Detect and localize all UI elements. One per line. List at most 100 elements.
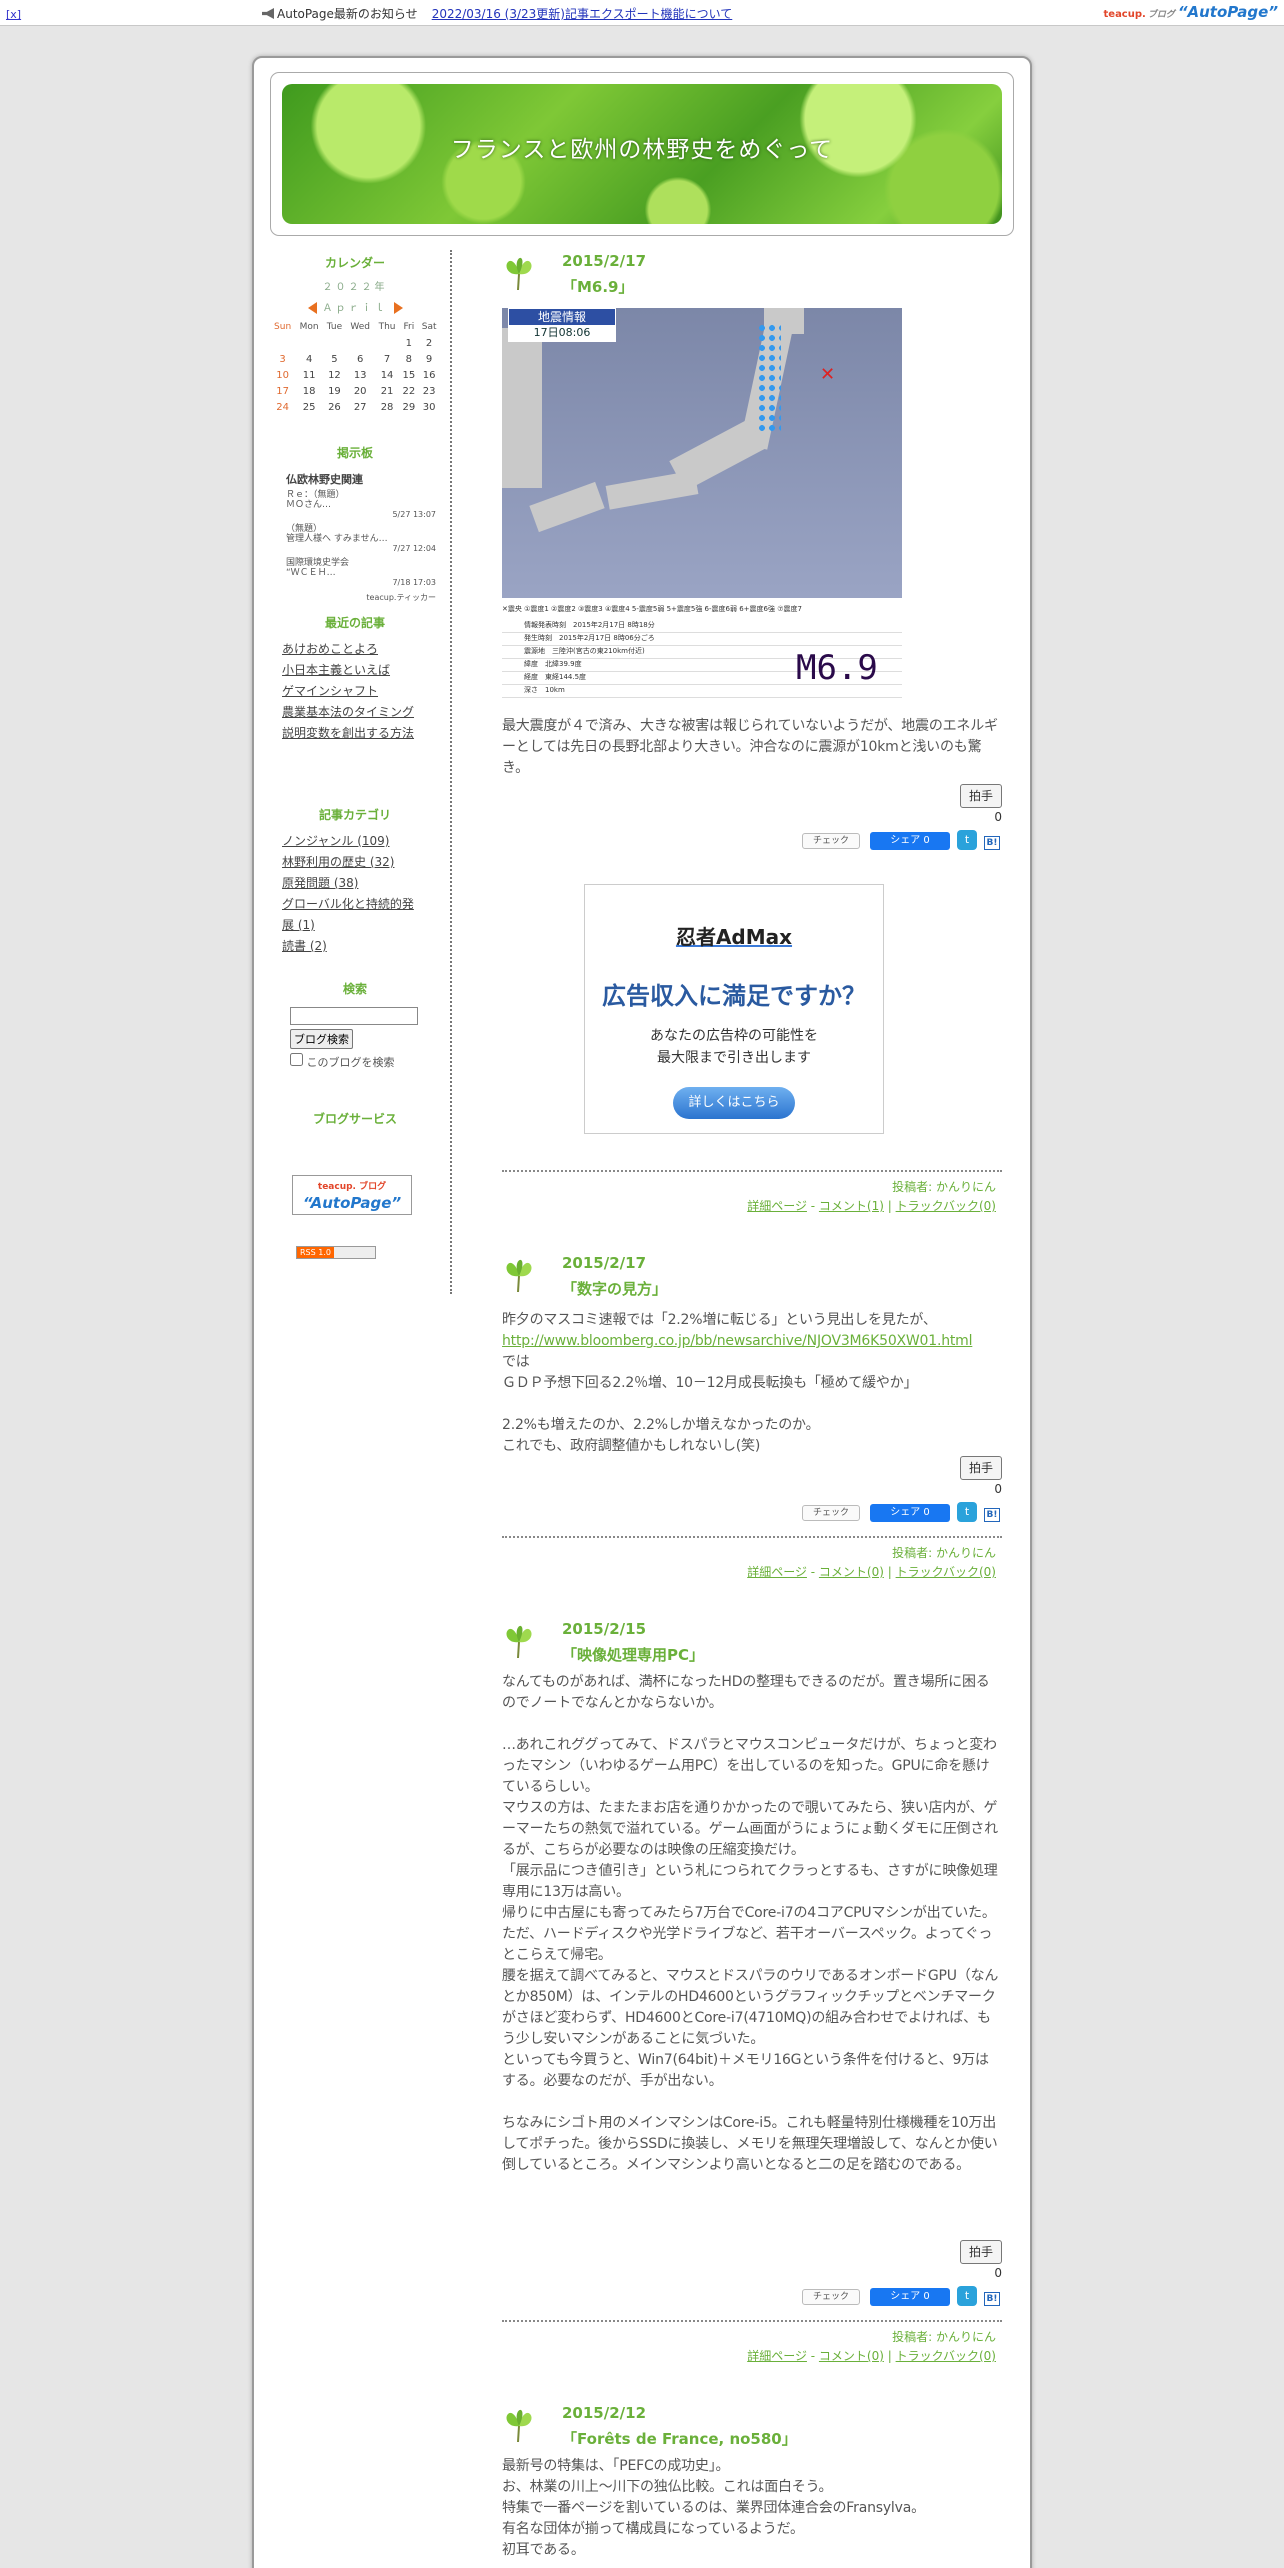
bbs-item[interactable]: （無題） 管理人様へ すみません… 7/27 12:04	[286, 524, 440, 558]
calendar-day[interactable]: 17	[270, 383, 295, 399]
calendar-day[interactable]: 14	[375, 367, 400, 383]
calendar-day[interactable]: 21	[375, 383, 400, 399]
calendar-day[interactable]: 3	[270, 351, 295, 367]
post-paragraph: 腰を据えて調べてみると、マウスとドスパラのウリであるオンボードGPU（なんとか8…	[502, 1968, 999, 2047]
comments-link[interactable]: コメント(0)	[819, 2349, 884, 2363]
calendar-day[interactable]: 23	[418, 383, 440, 399]
post-title[interactable]: 「数字の見方」	[562, 1278, 667, 1299]
calendar-day[interactable]: 13	[346, 367, 375, 383]
blog-title[interactable]: フランスと欧州の林野史をめぐって	[282, 130, 1002, 164]
mixi-check-button[interactable]: チェック	[802, 1505, 860, 1521]
calendar-day[interactable]: 30	[418, 399, 440, 415]
recent-article-link[interactable]: あけおめことよろ	[282, 639, 422, 660]
bbs-item-text[interactable]: （無題） 管理人様へ すみません…	[286, 524, 388, 544]
recent-article-link[interactable]: 説明変数を創出する方法	[282, 723, 422, 744]
ad-button[interactable]: 詳しくはこちら	[673, 1087, 795, 1119]
trackback-link[interactable]: トラックバック(0)	[896, 1199, 996, 1213]
calendar-day[interactable]: 9	[418, 351, 440, 367]
category-link[interactable]: 林野利用の歴史 (32)	[282, 852, 422, 873]
calendar-day[interactable]: 1	[400, 335, 419, 351]
recent-article-link[interactable]: ゲマインシャフト	[282, 681, 422, 702]
calendar-day	[295, 335, 323, 351]
notice-label: AutoPage最新のお知らせ	[277, 7, 418, 21]
calendar-day[interactable]: 29	[400, 399, 419, 415]
calendar-day[interactable]: 24	[270, 399, 295, 415]
detail-link[interactable]: 詳細ページ	[747, 2349, 807, 2363]
rss-badge[interactable]: RSS 1.0	[296, 1246, 376, 1259]
share-buttons: チェック シェア 0 t B!	[802, 2286, 1002, 2308]
post-title[interactable]: 「映像処理専用PC」	[562, 1644, 704, 1665]
hatena-bookmark-icon[interactable]: B!	[984, 1508, 1000, 1522]
clap-button[interactable]: 拍手	[960, 784, 1002, 808]
bbs-item[interactable]: Ｒｅ：（無題） ＭＯさん… 5/27 13:07	[286, 490, 440, 524]
category-link[interactable]: 読書 (2)	[282, 936, 422, 957]
calendar-day[interactable]: 27	[346, 399, 375, 415]
calendar-day[interactable]: 10	[270, 367, 295, 383]
ticker-link[interactable]: teacup.ティッカー	[270, 592, 436, 603]
comments-link[interactable]: コメント(1)	[819, 1199, 884, 1213]
detail-link[interactable]: 詳細ページ	[747, 1199, 807, 1213]
twitter-icon[interactable]: t	[957, 830, 977, 850]
trackback-link[interactable]: トラックバック(0)	[896, 1565, 996, 1579]
mixi-check-button[interactable]: チェック	[802, 833, 860, 849]
bbs-item-text[interactable]: 国際環境史学会 “ＷＣＥＨ…	[286, 558, 349, 578]
post-paragraph: 2.2%も増えたのか、2.2%しか増えなかったのか。	[502, 1417, 820, 1433]
hatena-bookmark-icon[interactable]: B!	[984, 836, 1000, 850]
facebook-share-button[interactable]: シェア 0	[870, 832, 950, 850]
calendar-day[interactable]: 7	[375, 351, 400, 367]
calendar-day[interactable]: 19	[323, 383, 346, 399]
calendar-day[interactable]: 11	[295, 367, 323, 383]
search-scope-checkbox[interactable]	[290, 1053, 303, 1066]
detail-link[interactable]: 詳細ページ	[747, 1565, 807, 1579]
calendar-day[interactable]: 5	[323, 351, 346, 367]
calendar-day[interactable]: 18	[295, 383, 323, 399]
clap-button[interactable]: 拍手	[960, 1456, 1002, 1480]
calendar-day[interactable]: 8	[400, 351, 419, 367]
trackback-link[interactable]: トラックバック(0)	[896, 2349, 996, 2363]
admax-ad[interactable]: 忍者AdMax 広告収入に満足ですか？ あなたの広告枠の可能性を 最大限まで引き出…	[584, 884, 884, 1134]
teacup-autopage-logo[interactable]: teacup. ブログ “AutoPage”	[292, 1175, 412, 1215]
recent-article-link[interactable]: 農業基本法のタイミング	[282, 702, 422, 723]
calendar-day[interactable]: 20	[346, 383, 375, 399]
bbs-item[interactable]: 国際環境史学会 “ＷＣＥＨ… 7/18 17:03	[286, 558, 440, 592]
comments-link[interactable]: コメント(0)	[819, 1565, 884, 1579]
post-title[interactable]: 「Forêts de France, no580」	[562, 2428, 797, 2449]
calendar-day[interactable]: 26	[323, 399, 346, 415]
twitter-icon[interactable]: t	[957, 1502, 977, 1522]
calendar-day[interactable]: 6	[346, 351, 375, 367]
post-meta: 投稿者: かんりにん 詳細ページ - コメント(0) | トラックバック(0)	[502, 1544, 996, 1582]
post-link[interactable]: http://www.bloomberg.co.jp/bb/newsarchiv…	[502, 1331, 1002, 1352]
calendar-day[interactable]: 15	[400, 367, 419, 383]
notice-link[interactable]: 2022/03/16 (3/23更新)記事エクスポート機能について	[432, 7, 733, 21]
autopage-logo[interactable]: teacup. ブログ “AutoPage”	[1104, 3, 1279, 21]
bbs-item-text[interactable]: Ｒｅ：（無題） ＭＯさん…	[286, 490, 345, 510]
calendar-day[interactable]: 2	[418, 335, 440, 351]
calendar-day[interactable]: 25	[295, 399, 323, 415]
post-title[interactable]: 「M6.9」	[562, 276, 634, 297]
facebook-share-button[interactable]: シェア 0	[870, 2288, 950, 2306]
search-input[interactable]	[290, 1007, 418, 1025]
header-banner[interactable]: フランスと欧州の林野史をめぐって	[282, 84, 1002, 224]
calendar-day[interactable]: 4	[295, 351, 323, 367]
calendar-day[interactable]: 28	[375, 399, 400, 415]
close-link[interactable]: [x]	[6, 8, 21, 21]
next-month-icon[interactable]	[393, 302, 403, 314]
search-button[interactable]: ブログ検索	[290, 1029, 353, 1049]
recent-article-link[interactable]: 小日本主義といえば	[282, 660, 422, 681]
calendar-day[interactable]: 12	[323, 367, 346, 383]
facebook-share-button[interactable]: シェア 0	[870, 1504, 950, 1522]
category-link[interactable]: 原発問題 (38)	[282, 873, 422, 894]
twitter-icon[interactable]: t	[957, 2286, 977, 2306]
post-paragraph: 「展示品につき値引き」という札につられてクラっとするも、さすがに映像処理専用に1…	[502, 1863, 998, 1900]
mixi-check-button[interactable]: チェック	[802, 2289, 860, 2305]
hatena-bookmark-icon[interactable]: B!	[984, 2292, 1000, 2306]
search-scope[interactable]: このブログを検索	[290, 1053, 410, 1072]
calendar-day[interactable]: 22	[400, 383, 419, 399]
category-link[interactable]: ノンジャンル (109)	[282, 831, 422, 852]
prev-month-icon[interactable]	[307, 302, 317, 314]
clap-button[interactable]: 拍手	[960, 2240, 1002, 2264]
leaf-icon	[502, 1258, 536, 1293]
category-link[interactable]: グローバル化と持続的発展 (1)	[282, 894, 422, 936]
post-date: 2015/2/17	[562, 252, 647, 270]
calendar-day[interactable]: 16	[418, 367, 440, 383]
